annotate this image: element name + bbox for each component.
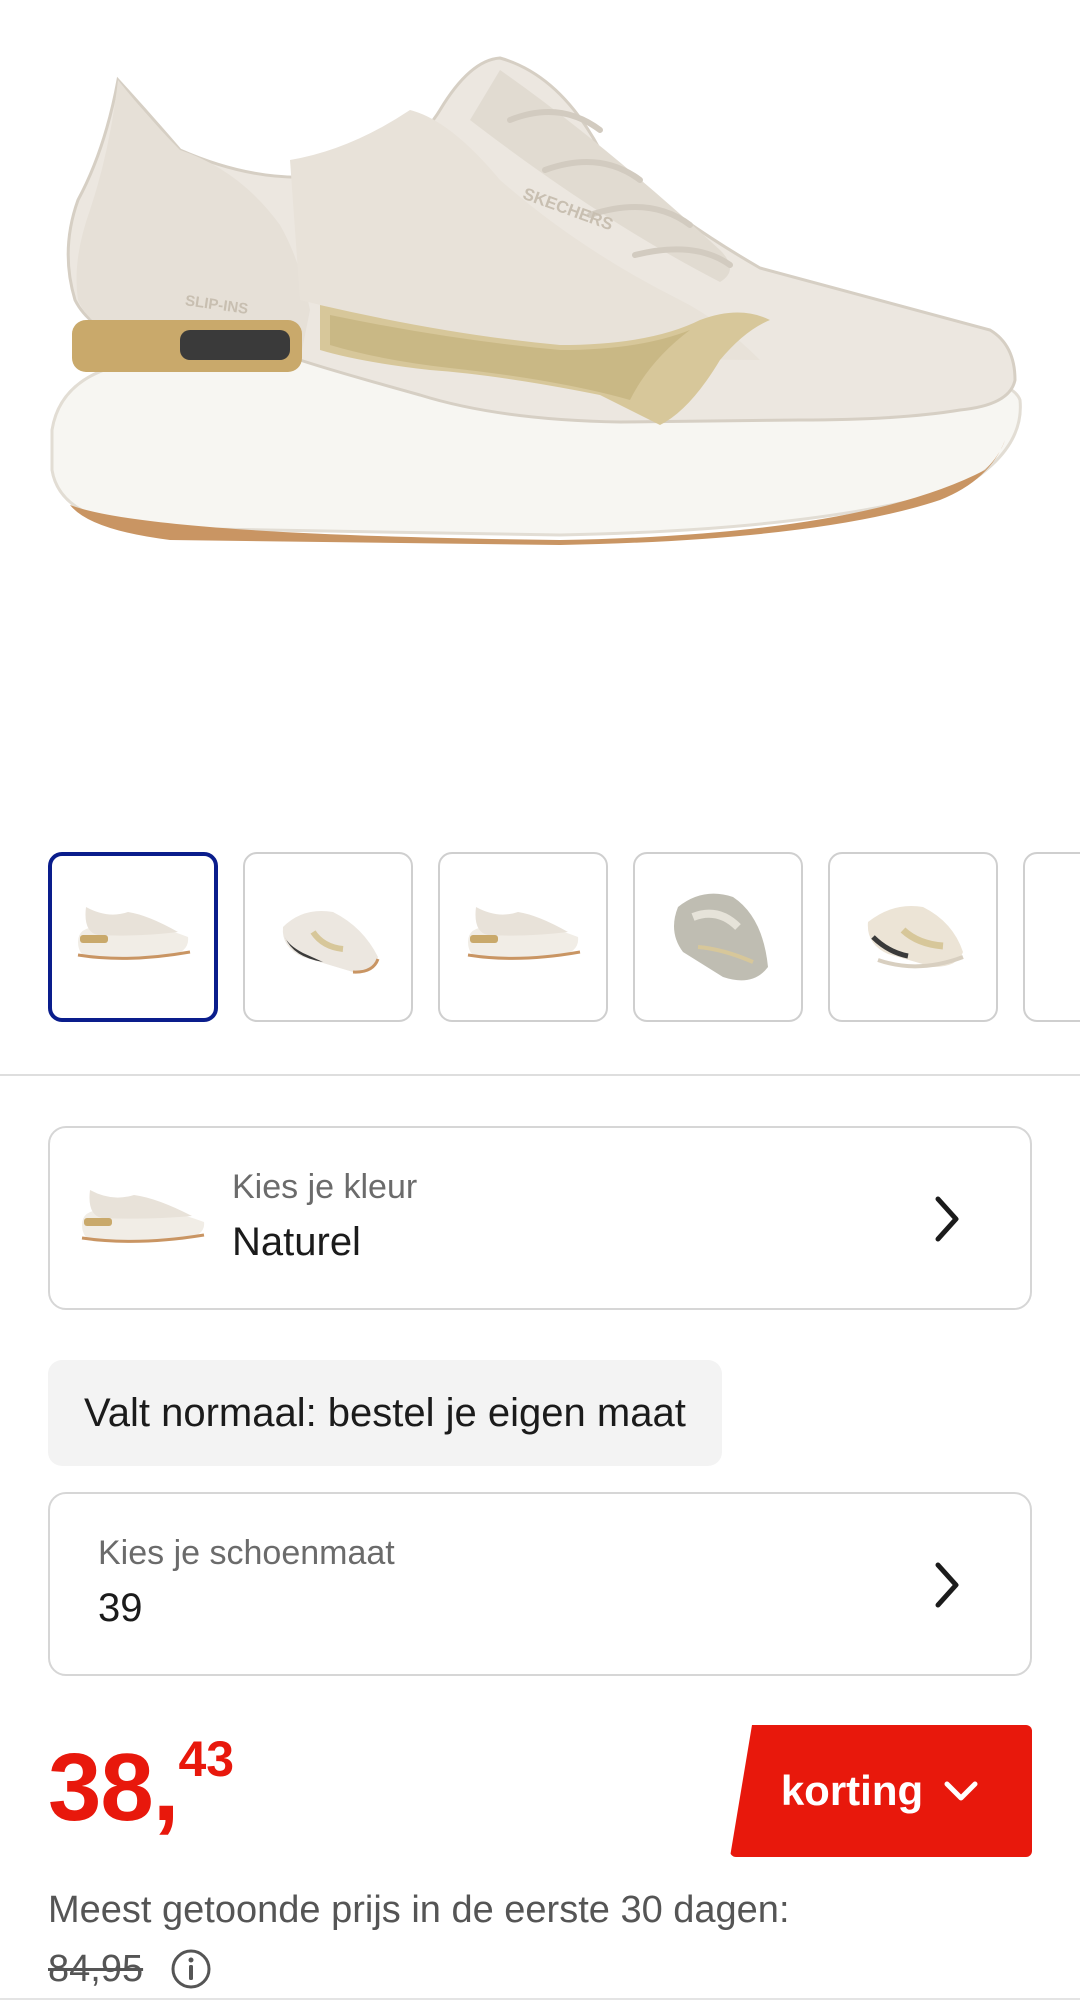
product-image[interactable]: SKECHERS SLIP-INS — [0, 0, 1080, 830]
color-selector-label: Kies je kleur — [232, 1168, 418, 1206]
size-selector-label: Kies je schoenmaat — [98, 1534, 395, 1572]
size-selector-value: 39 — [98, 1586, 143, 1630]
chevron-right-icon — [935, 1196, 959, 1242]
color-swatch-thumbnail-icon — [81, 1190, 205, 1243]
sneaker-thumbnail-icon — [77, 907, 191, 960]
sneaker-illustration: SKECHERS SLIP-INS — [50, 56, 1022, 545]
thumbnail-5[interactable] — [828, 852, 998, 1022]
discount-button[interactable]: korting — [730, 1725, 1032, 1857]
color-selector-value: Naturel — [232, 1220, 361, 1264]
bottom-divider — [0, 1998, 1080, 2000]
discount-button-label: korting — [780, 1767, 924, 1814]
price-euros: 38, — [48, 1734, 179, 1841]
chevron-right-icon — [935, 1562, 959, 1608]
thumbnail-6[interactable] — [1023, 852, 1080, 1022]
sneaker-thumbnail-icon — [867, 906, 964, 969]
sneaker-thumbnail-icon — [282, 911, 380, 974]
sneaker-thumbnail-icon — [467, 907, 581, 960]
price-cents: 43 — [178, 1731, 235, 1787]
previous-price: 84,95 — [48, 1948, 144, 1990]
color-selector[interactable]: Kies je kleur Naturel — [48, 1126, 1032, 1310]
sneaker-thumbnail-icon — [674, 893, 768, 981]
thumbnail-2[interactable] — [243, 852, 413, 1022]
fit-hint-badge: Valt normaal: bestel je eigen maat — [48, 1360, 722, 1466]
current-price: 38,43 — [48, 1734, 234, 1836]
info-icon[interactable] — [170, 1948, 212, 1990]
size-selector[interactable]: Kies je schoenmaat 39 — [48, 1492, 1032, 1676]
thumbnail-1[interactable] — [48, 852, 218, 1022]
thumbnail-strip[interactable] — [48, 852, 1080, 1028]
section-divider — [0, 1074, 1080, 1076]
thumbnail-3[interactable] — [438, 852, 608, 1022]
lowest-price-note: Meest getoonde prijs in de eerste 30 dag… — [48, 1889, 790, 1931]
thumbnail-4[interactable] — [633, 852, 803, 1022]
chevron-down-icon — [944, 1781, 978, 1801]
